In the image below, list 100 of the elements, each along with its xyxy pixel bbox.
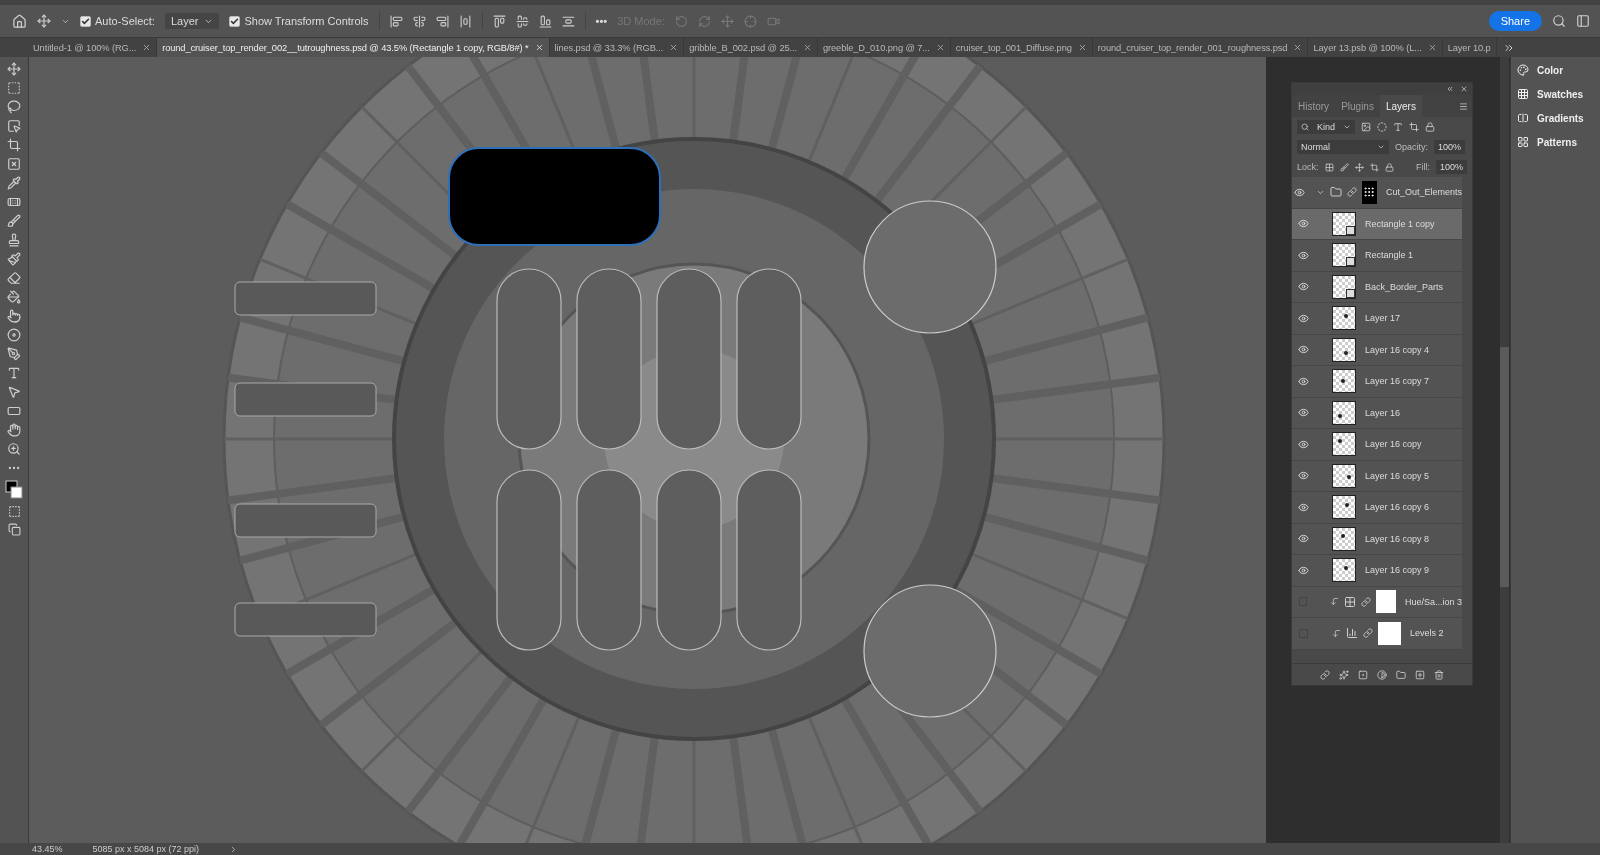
align-icon[interactable] (561, 14, 575, 28)
lock-icon[interactable] (1384, 162, 1394, 172)
align-icon[interactable] (412, 14, 426, 28)
fill-label: Fill: (1415, 162, 1430, 172)
layer-action-icon[interactable] (1377, 669, 1387, 680)
layer-action-icon[interactable] (1434, 669, 1444, 680)
layer-action-icon[interactable] (1320, 669, 1330, 680)
scrollbar-thumb[interactable] (1500, 347, 1509, 587)
fill-field[interactable]: 100% (1435, 160, 1467, 174)
close-icon[interactable] (803, 43, 812, 52)
frame-tool[interactable] (7, 157, 21, 171)
eraser-tool[interactable] (7, 271, 21, 285)
layer-row[interactable]: Layer 16 copy 4 (1292, 334, 1462, 366)
auto-select-label: Auto-Select: (95, 15, 155, 27)
lasso-tool[interactable] (7, 100, 21, 114)
mask-thumbnail (1378, 621, 1401, 645)
selection-arrow-tool[interactable] (7, 385, 21, 399)
lock-icon[interactable] (1324, 162, 1334, 172)
collapse-icon[interactable] (1446, 85, 1454, 93)
history-brush-tool[interactable] (7, 252, 21, 266)
workspace-icon[interactable] (1576, 14, 1590, 28)
bucket-tool[interactable] (7, 290, 21, 304)
search-icon[interactable] (1552, 14, 1566, 28)
align-icon[interactable] (435, 14, 449, 28)
layer-row[interactable]: Layer 16 copy 7 (1292, 366, 1462, 398)
layer-row[interactable]: Layer 16 (1292, 397, 1462, 429)
layer-action-icon[interactable] (1358, 669, 1368, 680)
eyedropper-tool[interactable] (7, 176, 21, 190)
dock-panel-button[interactable]: Swatches (1517, 84, 1594, 104)
filter-icon[interactable] (1425, 122, 1435, 132)
quick-mask-icon[interactable] (7, 505, 21, 518)
rectangle-tool[interactable] (7, 404, 21, 418)
layer-row[interactable]: Levels 2 (1292, 618, 1462, 650)
close-icon[interactable] (935, 43, 945, 52)
brush-tool[interactable] (7, 214, 21, 228)
opacity-field[interactable]: 100% (1434, 140, 1466, 154)
layer-row[interactable]: Layer 16 copy 6 (1292, 492, 1462, 524)
dock-panel-button[interactable]: Gradients (1517, 108, 1594, 128)
layer-row[interactable]: Back_Border_Parts (1292, 271, 1462, 303)
align-icon[interactable] (389, 14, 403, 28)
layer-row[interactable]: Layer 17 (1292, 303, 1462, 335)
zoom-tool[interactable] (7, 442, 21, 456)
layer-action-icon[interactable] (1415, 669, 1425, 680)
layer-row[interactable]: Layer 16 copy 9 (1292, 555, 1462, 587)
marquee-tool[interactable] (7, 81, 21, 95)
lock-icon[interactable] (1354, 162, 1364, 172)
layer-row[interactable]: Layer 16 copy 8 (1292, 523, 1462, 555)
lock-icon[interactable] (1339, 162, 1349, 172)
layer-action-icon[interactable] (1396, 669, 1406, 680)
layer-row[interactable]: Cut_Out_Elements (1292, 177, 1462, 209)
screen-mode-icon[interactable] (7, 523, 21, 536)
object-select-tool[interactable] (7, 119, 21, 133)
filter-icon[interactable] (1361, 122, 1371, 132)
close-icon[interactable] (669, 43, 679, 52)
close-icon[interactable] (1293, 43, 1303, 52)
align-icon[interactable] (492, 14, 506, 28)
auto-select-checkbox[interactable] (80, 15, 91, 27)
bandage-tool[interactable] (7, 195, 21, 209)
panel-tab[interactable]: Plugins (1335, 95, 1380, 117)
pen-tool[interactable] (7, 347, 21, 361)
layer-row[interactable]: Hue/Sa...ion 3 (1292, 586, 1462, 618)
filter-dropdown[interactable]: Kind (1297, 120, 1355, 134)
layer-action-icon[interactable] (1339, 669, 1349, 680)
lock-icon[interactable] (1369, 162, 1379, 172)
filter-icon[interactable] (1393, 122, 1403, 132)
move-tool[interactable] (7, 62, 21, 76)
close-icon[interactable] (534, 43, 544, 52)
panel-tab[interactable]: History (1292, 95, 1336, 117)
layer-thumbnail (1332, 306, 1356, 331)
transform-controls-checkbox[interactable] (229, 15, 241, 27)
more-options-button[interactable]: ••• (595, 15, 608, 27)
close-icon[interactable] (142, 43, 152, 52)
layer-row[interactable]: Rectangle 1 (1292, 240, 1462, 272)
layer-row[interactable]: Rectangle 1 copy (1292, 208, 1462, 240)
panel-tab[interactable]: Layers (1379, 95, 1422, 117)
blend-mode-dropdown[interactable]: Normal (1297, 140, 1389, 154)
dock-panel-button[interactable]: Patterns (1517, 132, 1594, 152)
align-icon[interactable] (458, 14, 472, 28)
stamp-tool[interactable] (7, 233, 21, 247)
home-icon[interactable] (12, 13, 27, 29)
share-button[interactable]: Share (1488, 11, 1542, 31)
document-tab[interactable]: round_cruiser_top_render_002__tutroughness.psd @ 43.5% (Rectangle 1 copy, RGB/8#) * (157, 38, 550, 57)
hand-tool[interactable] (7, 423, 21, 437)
layer-row[interactable]: Layer 16 copy 5 (1292, 460, 1462, 492)
move-icon[interactable] (37, 14, 51, 28)
type-tool[interactable] (7, 366, 21, 380)
target-dropdown[interactable]: Layer (164, 13, 220, 29)
layer-row[interactable]: Layer 16 copy (1292, 429, 1462, 461)
align-icon[interactable] (515, 14, 529, 28)
dock-panel-button[interactable]: Color (1517, 60, 1594, 80)
filter-icon[interactable] (1377, 122, 1387, 132)
align-icon[interactable] (538, 14, 552, 28)
filter-icon[interactable] (1409, 122, 1419, 132)
layer-name: Layer 16 (1365, 407, 1401, 418)
eye-icon[interactable] (1294, 186, 1306, 198)
close-icon[interactable] (1077, 43, 1087, 52)
color-swatches-icon[interactable] (5, 480, 23, 500)
close-icon[interactable] (1427, 43, 1437, 52)
close-icon[interactable] (1460, 85, 1468, 93)
crop-tool[interactable] (7, 138, 21, 152)
